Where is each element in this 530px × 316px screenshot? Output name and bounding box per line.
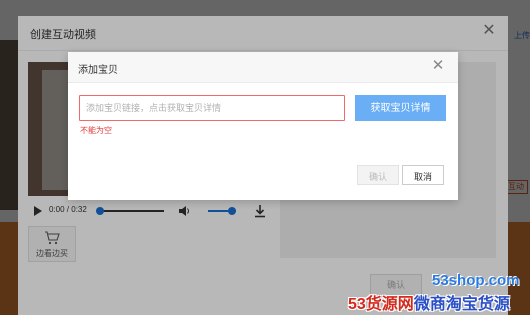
watermark-brand-tagline: 微商淘宝货源 xyxy=(413,296,510,313)
cancel-button[interactable]: 取消 xyxy=(402,165,444,185)
watermark-url: 53shop.com xyxy=(432,272,520,289)
product-link-input[interactable] xyxy=(79,95,345,121)
validation-error: 不能为空 xyxy=(80,126,112,135)
add-product-header: 添加宝贝 ✕ xyxy=(68,52,458,83)
add-product-title: 添加宝贝 xyxy=(78,65,118,76)
confirm-button[interactable]: 确认 xyxy=(357,165,399,185)
watermark-brand-name: 53货源网 xyxy=(348,296,414,313)
add-product-dialog: 添加宝贝 ✕ 获取宝贝详情 不能为空 确认 取消 xyxy=(68,52,458,200)
fetch-product-details-button[interactable]: 获取宝贝详情 xyxy=(355,95,446,121)
watermark-brand: 53货源网微商淘宝货源 xyxy=(348,290,510,314)
close-icon[interactable]: ✕ xyxy=(430,58,446,74)
